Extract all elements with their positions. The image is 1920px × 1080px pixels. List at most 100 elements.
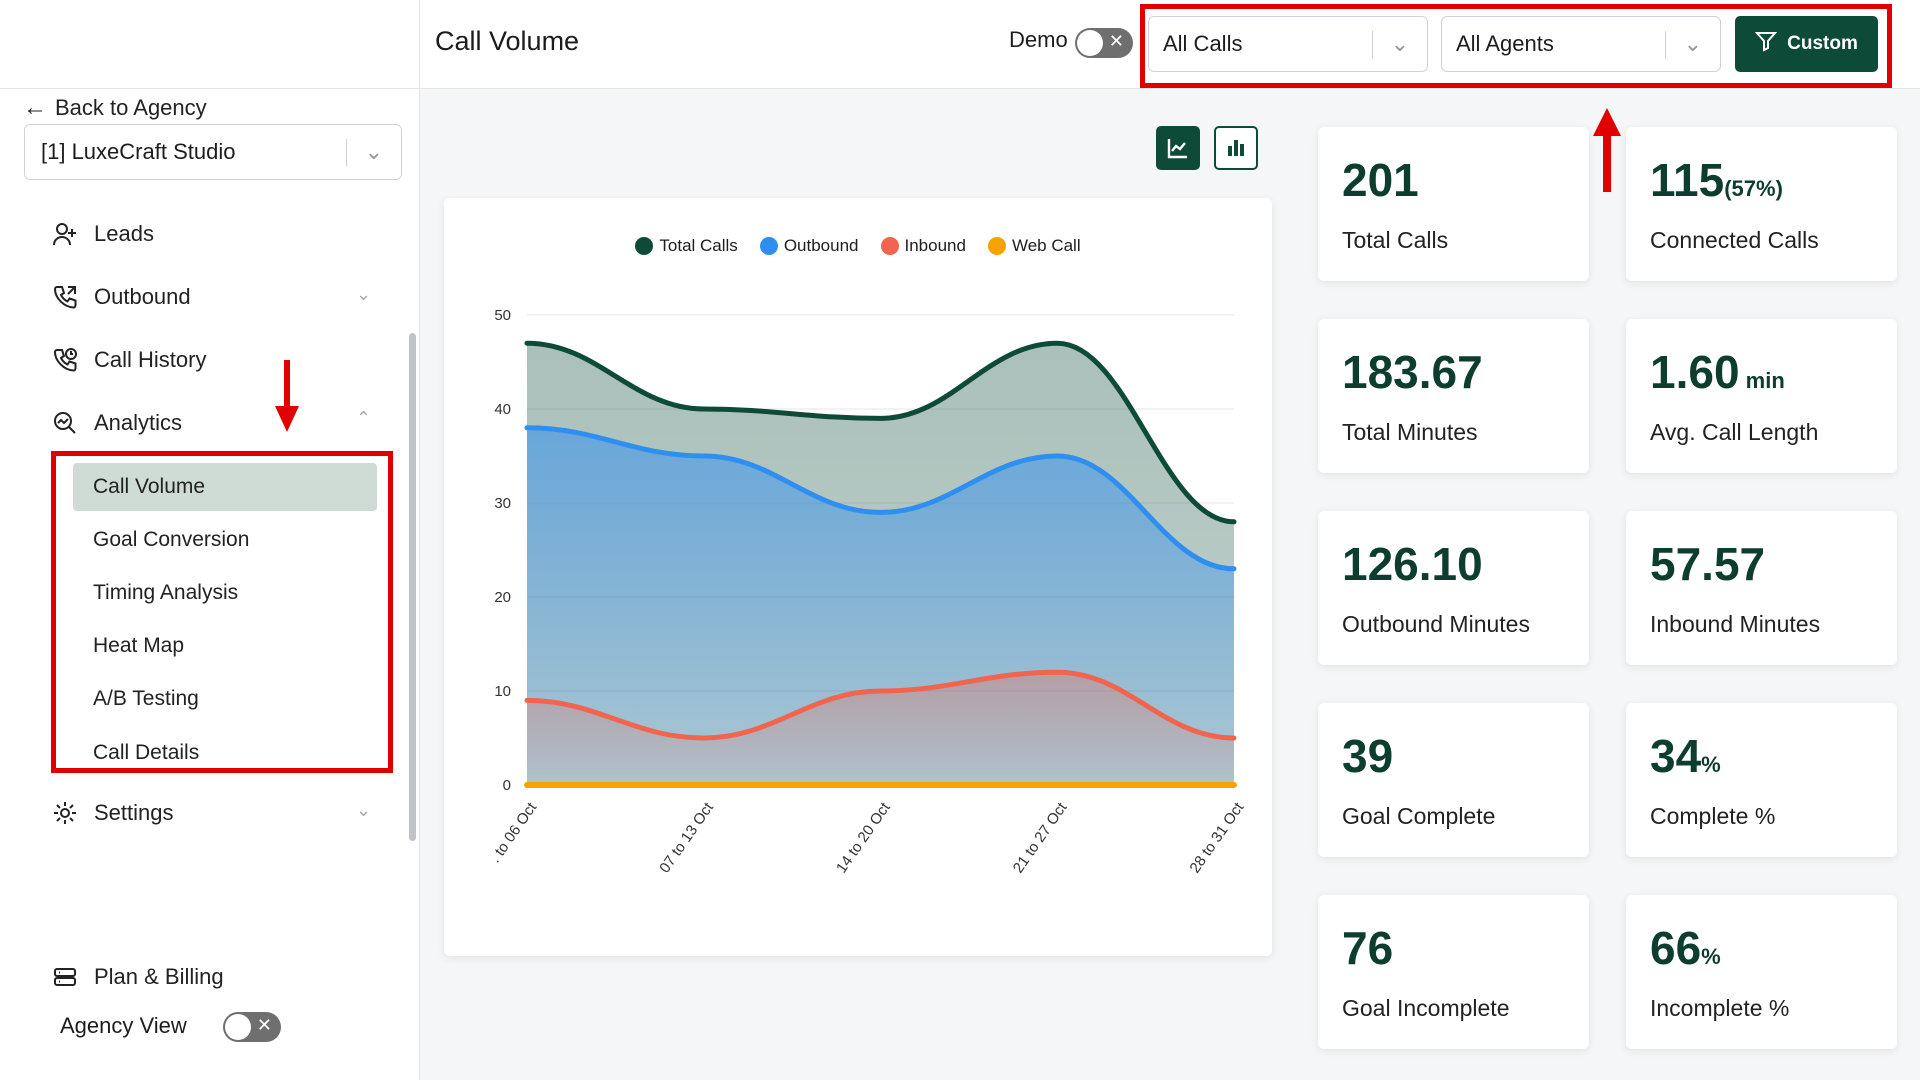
call-volume-chart: 0 10 20 30 40 50 . to 06 Oct 07 to 13 Oct 14 to … (487, 307, 1248, 876)
sidebar-item-label: Analytics (94, 410, 183, 435)
submenu-call-details[interactable]: Call Details (73, 729, 377, 777)
submenu-label: Goal Conversion (93, 528, 250, 551)
y-tick-label: 10 (494, 683, 511, 700)
submenu-label: Timing Analysis (93, 581, 239, 604)
chevron-down-icon: ⌄ (1683, 31, 1702, 56)
y-tick-label: 20 (494, 589, 511, 606)
agency-select-value: [1] LuxeCraft Studio (41, 139, 236, 164)
stat-number: 39 (1342, 730, 1394, 782)
stat-label: Connected Calls (1650, 227, 1819, 253)
filter-icon (1754, 30, 1778, 58)
y-tick-label: 0 (503, 777, 511, 794)
submenu-call-volume[interactable]: Call Volume (73, 463, 377, 511)
stat-suffix: (57%) (1724, 176, 1783, 201)
annotation-arrow-down (275, 360, 299, 432)
stat-card-outbound-minutes: 126.10 Outbound Minutes (1318, 511, 1589, 665)
stat-value: 76 (1342, 921, 1393, 975)
back-to-agency-link[interactable]: ← Back to Agency (23, 94, 207, 122)
sidebar-item-label: Call History (94, 347, 207, 372)
phone-history-icon (50, 345, 80, 375)
custom-filter-button[interactable]: Custom (1735, 16, 1878, 72)
sidebar-item-label: Outbound (94, 284, 191, 309)
sidebar-item-label: Leads (94, 221, 154, 246)
stat-card-goal-complete: 39 Goal Complete (1318, 703, 1589, 857)
stat-number: 57.57 (1650, 538, 1766, 590)
stat-number: 66 (1650, 922, 1702, 974)
x-tick-label: 07 to 13 Oct (656, 799, 717, 876)
user-plus-icon (50, 219, 80, 249)
sidebar-item-call-history[interactable]: Call History (50, 340, 206, 380)
submenu-ab-testing[interactable]: A/B Testing (73, 675, 377, 723)
stat-card-goal-incomplete: 76 Goal Incomplete (1318, 895, 1589, 1049)
stat-suffix: % (1701, 752, 1721, 777)
stat-value: 39 (1342, 729, 1393, 783)
agency-view-toggle[interactable]: ✕ (223, 1012, 281, 1042)
chevron-down-icon[interactable]: ⌄ (356, 800, 371, 821)
stat-value: 34% (1650, 729, 1721, 783)
stat-label: Total Calls (1342, 227, 1449, 253)
stat-value: 183.67 (1342, 345, 1483, 399)
sidebar-scrollbar[interactable] (409, 333, 416, 841)
sidebar-logo-area (0, 0, 419, 89)
sidebar-item-analytics[interactable]: Analytics (50, 403, 182, 443)
stat-card-total-calls: 201 Total Calls (1318, 127, 1589, 281)
stat-number: 1.60 (1650, 346, 1740, 398)
chevron-up-icon[interactable]: ⌃ (356, 408, 371, 429)
stat-value: 201 (1342, 153, 1419, 207)
stat-label: Complete % (1650, 803, 1776, 829)
stat-number: 201 (1342, 154, 1419, 206)
stat-number: 115 (1650, 154, 1725, 206)
submenu-label: Call Volume (93, 475, 206, 498)
submenu-heat-map[interactable]: Heat Map (73, 622, 377, 670)
stat-card-complete-percent: 34% Complete % (1626, 703, 1897, 857)
stat-number: 76 (1342, 922, 1394, 974)
sidebar-item-leads[interactable]: Leads (50, 214, 154, 254)
stat-card-incomplete-percent: 66% Incomplete % (1626, 895, 1897, 1049)
stat-label: Goal Complete (1342, 803, 1496, 829)
stat-value: 57.57 (1650, 537, 1765, 591)
stat-value: 115(57%) (1650, 153, 1783, 207)
stat-label: Total Minutes (1342, 419, 1478, 445)
chevron-down-icon: ⌄ (364, 139, 383, 164)
submenu-goal-conversion[interactable]: Goal Conversion (73, 516, 377, 564)
stat-value: 66% (1650, 921, 1721, 975)
stat-label: Inbound Minutes (1650, 611, 1821, 637)
gear-icon (50, 798, 80, 828)
y-tick-label: 50 (494, 307, 511, 324)
close-icon: ✕ (256, 1015, 272, 1035)
stat-card-connected-calls: 115(57%) Connected Calls (1626, 127, 1897, 281)
agency-select[interactable]: [1] LuxeCraft Studio ⌄ (24, 124, 402, 180)
submenu-label: Call Details (93, 741, 200, 764)
stat-number: 183.67 (1342, 346, 1483, 398)
server-icon (50, 962, 80, 992)
sidebar-item-plan-billing[interactable]: Plan & Billing (50, 957, 224, 997)
agency-view-label: Agency View (60, 1013, 187, 1038)
stat-label: Goal Incomplete (1342, 995, 1510, 1021)
custom-button-label: Custom (1787, 33, 1858, 54)
chevron-down-icon[interactable]: ⌄ (356, 284, 371, 305)
phone-outgoing-icon (50, 282, 80, 312)
chevron-down-icon: ⌄ (1390, 31, 1409, 56)
stat-card-avg-call-length: 1.60 min Avg. Call Length (1626, 319, 1897, 473)
sidebar-item-outbound[interactable]: Outbound (50, 277, 191, 317)
agents-filter-value: All Agents (1456, 31, 1554, 56)
agents-filter-select[interactable]: All Agents ⌄ (1441, 16, 1721, 72)
stat-suffix: min (1739, 368, 1785, 393)
submenu-timing-analysis[interactable]: Timing Analysis (73, 569, 377, 617)
x-tick-label: 28 to 31 Oct (1186, 799, 1247, 876)
stat-card-total-minutes: 183.67 Total Minutes (1318, 319, 1589, 473)
stat-label: Avg. Call Length (1650, 419, 1819, 445)
sidebar-item-label: Plan & Billing (94, 964, 224, 989)
stat-value: 126.10 (1342, 537, 1483, 591)
stat-value: 1.60 min (1650, 345, 1785, 399)
sidebar-item-settings[interactable]: Settings (50, 793, 174, 833)
select-divider (346, 139, 347, 167)
submenu-label: Heat Map (93, 634, 185, 657)
submenu-label: A/B Testing (93, 687, 199, 710)
select-divider (1372, 31, 1373, 59)
stat-card-inbound-minutes: 57.57 Inbound Minutes (1626, 511, 1897, 665)
select-divider (1665, 31, 1666, 59)
analytics-icon (50, 408, 80, 438)
stat-number: 34 (1650, 730, 1702, 782)
toggle-knob (225, 1014, 251, 1040)
